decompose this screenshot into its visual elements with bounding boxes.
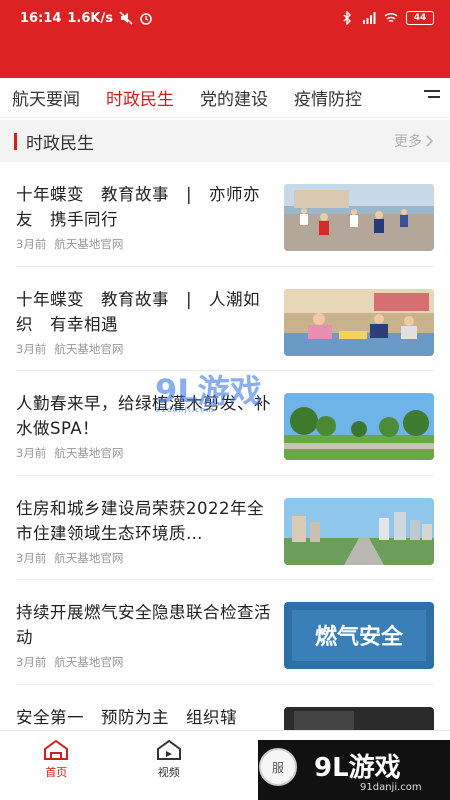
tab-aerospace-news[interactable]: 航天要闻 [12,85,80,110]
mute-icon [119,11,133,25]
news-source: 航天基地官网 [54,446,124,460]
news-time: 3月前 [16,655,47,669]
news-time: 3月前 [16,237,47,251]
news-meta: 3月前 航天基地官网 [16,341,123,357]
news-meta: 3月前 航天基地官网 [16,236,123,252]
wifi-icon [384,12,398,23]
news-title: 十年蝶变 教育故事 | 人潮如织 有幸相遇 [16,289,261,334]
news-thumbnail [284,497,434,565]
list-item[interactable]: 十年蝶变 教育故事 | 人潮如织 有幸相遇 3月前 航天基地官网 [16,267,434,371]
news-thumbnail [284,288,434,356]
bluetooth-icon [343,11,351,25]
list-item[interactable]: 十年蝶变 教育故事 | 亦师亦友 携手同行 3月前 航天基地官网 [16,162,434,267]
battery-icon: 44 [406,11,434,25]
signal-icon [363,12,376,24]
news-thumbnail [284,184,434,251]
news-title: 持续开展燃气安全隐患联合检查活动 [16,603,271,647]
watermark-banner-url: 91danji.com [360,782,422,793]
news-time: 3月前 [16,341,47,356]
list-item[interactable]: 持续开展燃气安全隐患联合检查活动 3月前 航天基地官网 燃气安全 [16,580,434,685]
home-icon [44,739,69,760]
status-speed: 1.6K/s [67,10,113,26]
watermark-banner-brand: 9L游戏 [314,753,401,783]
category-tabs: 航天要闻 时政民生 党的建设 疫情防控 [0,78,450,118]
news-meta: 3月前 航天基地官网 [16,550,123,566]
list-item[interactable]: 住房和城乡建设局荣获2022年全市住建领域生态环境质… 3月前 航天基地官网 [16,476,434,580]
nav-video[interactable]: 视频 [113,731,226,800]
news-meta: 3月前 航天基地官网 [16,654,123,670]
status-time: 16:14 [20,10,62,26]
app-header: 16:14 1.6K/s 44 [0,0,450,78]
alarm-icon [140,13,152,25]
nav-home[interactable]: 首页 [0,731,113,800]
news-source: 航天基地官网 [54,655,124,669]
news-time: 3月前 [16,446,47,460]
nav-video-label: 视频 [157,766,180,779]
status-bar: 16:14 1.6K/s 44 [0,0,450,36]
tab-epidemic-control[interactable]: 疫情防控 [294,85,362,110]
tab-fade [392,78,422,117]
floating-service-label: 服 [271,760,284,775]
tab-menu-icon[interactable] [422,90,440,106]
more-label: 更多 [394,134,422,150]
news-source: 航天基地官网 [54,341,124,356]
chevron-right-icon [426,135,434,147]
section-title: 时政民生 [26,133,94,154]
nav-home-label: 首页 [45,766,68,779]
section-header: 时政民生 更多 [0,120,450,162]
news-title: 十年蝶变 教育故事 | 亦师亦友 携手同行 [16,185,261,229]
section-accent-bar [14,132,17,150]
news-meta: 3月前 航天基地官网 [16,445,123,461]
more-link[interactable]: 更多 [394,131,434,151]
news-title: 安全第一 预防为主 组织辖 [16,707,237,727]
news-thumbnail [284,393,434,460]
video-home-icon [156,739,181,760]
news-source: 航天基地官网 [54,237,124,251]
gas-safety-text: 燃气安全 [315,624,404,650]
news-source: 航天基地官网 [54,550,124,565]
watermark-brand: 9L游戏 [155,372,262,410]
news-title: 住房和城乡建设局荣获2022年全市住建领域生态环境质… [16,498,264,543]
watermark-logo: 9L游戏 91danji.com [155,366,262,414]
floating-service-button[interactable]: 服 [259,748,297,786]
tab-party-building[interactable]: 党的建设 [200,85,268,110]
news-list: 十年蝶变 教育故事 | 亦师亦友 携手同行 3月前 航天基地官网 十年蝶变 教育故… [0,162,450,789]
news-thumbnail: 燃气安全 [284,602,434,669]
tab-politics-livelihood[interactable]: 时政民生 [106,85,174,110]
news-time: 3月前 [16,550,47,565]
